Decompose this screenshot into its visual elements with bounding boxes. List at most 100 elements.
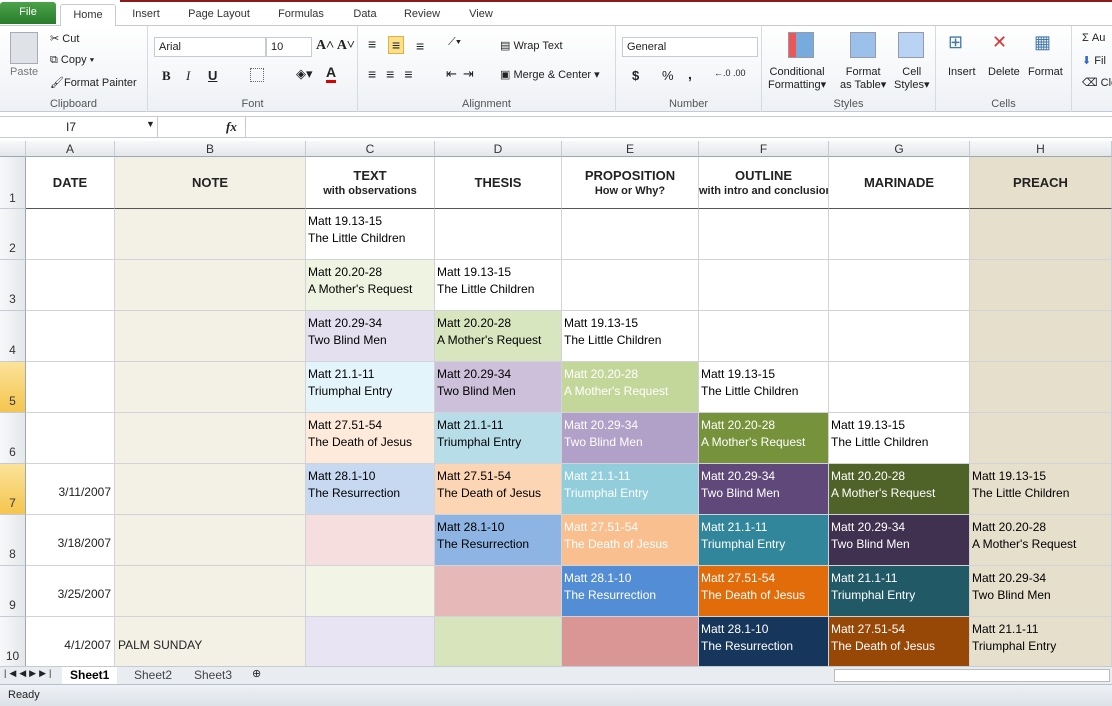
column-header-h[interactable]: H bbox=[970, 141, 1112, 157]
wrap-text-button[interactable]: ▤ Wrap Text bbox=[500, 39, 563, 52]
sheet-nav-icons[interactable]: |◀◀▶▶| bbox=[4, 668, 54, 679]
align-bottom-icon[interactable]: ≡ bbox=[416, 38, 424, 54]
schedule-cell-h[interactable] bbox=[970, 362, 1112, 413]
schedule-cell-g[interactable] bbox=[829, 311, 970, 362]
insert-button[interactable]: Insert bbox=[948, 66, 976, 78]
column-header-a[interactable]: A bbox=[26, 141, 115, 157]
header-cell-d[interactable]: THESIS bbox=[435, 157, 562, 209]
underline-button[interactable]: U bbox=[208, 68, 217, 83]
column-header-c[interactable]: C bbox=[306, 141, 435, 157]
format-button[interactable]: Format bbox=[1028, 66, 1063, 78]
schedule-cell-c[interactable]: Matt 19.13-15 The Little Children bbox=[306, 209, 435, 260]
schedule-cell-d[interactable] bbox=[435, 209, 562, 260]
schedule-cell-f[interactable]: Matt 27.51-54 The Death of Jesus bbox=[699, 566, 829, 617]
cut-button[interactable]: ✂ Cut bbox=[50, 32, 79, 45]
note-cell[interactable] bbox=[115, 362, 306, 413]
note-cell[interactable] bbox=[115, 464, 306, 515]
formula-input[interactable] bbox=[245, 117, 1112, 137]
tab-review[interactable]: Review bbox=[398, 4, 446, 26]
tab-file[interactable]: File bbox=[0, 2, 56, 24]
row-header-10[interactable]: 10 bbox=[0, 617, 26, 666]
name-box-dropdown-icon[interactable]: ▼ bbox=[146, 119, 155, 129]
date-cell[interactable] bbox=[26, 260, 115, 311]
new-sheet-icon[interactable]: ⊕ bbox=[252, 667, 261, 680]
bold-button[interactable]: B bbox=[162, 68, 171, 84]
select-all-corner[interactable] bbox=[0, 141, 26, 157]
fx-icon[interactable]: fx bbox=[226, 119, 237, 135]
schedule-cell-d[interactable]: Matt 27.51-54 The Death of Jesus bbox=[435, 464, 562, 515]
cell-styles-button[interactable]: Cell Styles▾ bbox=[894, 66, 930, 92]
schedule-cell-d[interactable]: Matt 19.13-15 The Little Children bbox=[435, 260, 562, 311]
date-cell[interactable] bbox=[26, 311, 115, 362]
schedule-cell-d[interactable]: Matt 20.20-28 A Mother's Request bbox=[435, 311, 562, 362]
schedule-cell-c[interactable]: Matt 20.29-34 Two Blind Men bbox=[306, 311, 435, 362]
sheet-tab-sheet2[interactable]: Sheet2 bbox=[126, 667, 180, 684]
schedule-cell-e[interactable]: Matt 19.13-15 The Little Children bbox=[562, 311, 699, 362]
schedule-cell-d[interactable] bbox=[435, 566, 562, 617]
schedule-cell-h[interactable] bbox=[970, 260, 1112, 311]
column-header-b[interactable]: B bbox=[115, 141, 306, 157]
paste-button[interactable]: Paste bbox=[10, 66, 38, 78]
align-top-icon[interactable]: ≡ bbox=[368, 36, 376, 52]
schedule-cell-e[interactable] bbox=[562, 209, 699, 260]
format-as-table-button[interactable]: Format as Table▾ bbox=[840, 66, 886, 92]
schedule-cell-f[interactable] bbox=[699, 260, 829, 311]
schedule-cell-d[interactable]: Matt 28.1-10 The Resurrection bbox=[435, 515, 562, 566]
autosum-button[interactable]: Σ Au bbox=[1082, 32, 1105, 44]
row-header-8[interactable]: 8 bbox=[0, 515, 26, 566]
note-cell[interactable] bbox=[115, 413, 306, 464]
grow-font-icon[interactable]: A˄ A˅ bbox=[316, 38, 355, 54]
copy-button[interactable]: ⧉ Copy ▾ bbox=[50, 54, 94, 67]
row-header-1[interactable]: 1 bbox=[0, 157, 26, 209]
note-cell[interactable] bbox=[115, 566, 306, 617]
schedule-cell-f[interactable]: Matt 20.29-34 Two Blind Men bbox=[699, 464, 829, 515]
italic-button[interactable]: I bbox=[186, 68, 190, 84]
row-header-4[interactable]: 4 bbox=[0, 311, 26, 362]
spreadsheet-grid[interactable]: A B C D E F G H 1 DATE NOTE TEXT with observations TH… bbox=[0, 141, 1112, 666]
tab-data[interactable]: Data bbox=[346, 4, 384, 26]
fill-button[interactable]: ⬇ Fil bbox=[1082, 54, 1106, 67]
borders-icon[interactable] bbox=[250, 68, 264, 82]
schedule-cell-h[interactable]: Matt 20.29-34 Two Blind Men bbox=[970, 566, 1112, 617]
header-cell-h[interactable]: PREACH bbox=[970, 157, 1112, 209]
fill-color-icon[interactable]: ◈▾ bbox=[296, 66, 313, 82]
row-header-5[interactable]: 5 bbox=[0, 362, 26, 413]
schedule-cell-e[interactable] bbox=[562, 260, 699, 311]
decimal-icons[interactable]: ←.0 .00 bbox=[714, 68, 746, 78]
currency-button[interactable]: $ bbox=[632, 68, 639, 83]
schedule-cell-h[interactable] bbox=[970, 209, 1112, 260]
schedule-cell-c[interactable] bbox=[306, 566, 435, 617]
schedule-cell-c[interactable] bbox=[306, 515, 435, 566]
note-cell[interactable] bbox=[115, 515, 306, 566]
date-cell[interactable] bbox=[26, 209, 115, 260]
date-cell[interactable]: 3/25/2007 bbox=[26, 566, 115, 617]
schedule-cell-h[interactable]: Matt 20.20-28 A Mother's Request bbox=[970, 515, 1112, 566]
sheet-tab-sheet3[interactable]: Sheet3 bbox=[186, 667, 240, 684]
indent-icons[interactable]: ⇤⇥ bbox=[446, 66, 480, 82]
schedule-cell-e[interactable]: Matt 27.51-54 The Death of Jesus bbox=[562, 515, 699, 566]
number-format-select[interactable]: General bbox=[622, 37, 758, 57]
header-cell-f[interactable]: OUTLINE with intro and conclusion bbox=[699, 157, 829, 209]
header-cell-c[interactable]: TEXT with observations bbox=[306, 157, 435, 209]
column-header-d[interactable]: D bbox=[435, 141, 562, 157]
schedule-cell-e[interactable]: Matt 28.1-10 The Resurrection bbox=[562, 566, 699, 617]
schedule-cell-h[interactable]: Matt 21.1-11 Triumphal Entry bbox=[970, 617, 1112, 666]
schedule-cell-g[interactable] bbox=[829, 260, 970, 311]
schedule-cell-d[interactable]: Matt 21.1-11 Triumphal Entry bbox=[435, 413, 562, 464]
schedule-cell-f[interactable]: Matt 20.20-28 A Mother's Request bbox=[699, 413, 829, 464]
schedule-cell-h[interactable]: Matt 19.13-15 The Little Children bbox=[970, 464, 1112, 515]
schedule-cell-c[interactable] bbox=[306, 617, 435, 666]
sheet-tab-sheet1[interactable]: Sheet1 bbox=[62, 667, 118, 684]
font-name-select[interactable]: Arial bbox=[154, 37, 266, 57]
font-size-select[interactable]: 10 bbox=[266, 37, 312, 57]
format-painter-button[interactable]: 🖌Format Painter bbox=[50, 76, 137, 89]
tab-insert[interactable]: Insert bbox=[124, 4, 168, 26]
schedule-cell-g[interactable]: Matt 27.51-54 The Death of Jesus bbox=[829, 617, 970, 666]
schedule-cell-f[interactable] bbox=[699, 209, 829, 260]
schedule-cell-e[interactable]: Matt 21.1-11 Triumphal Entry bbox=[562, 464, 699, 515]
schedule-cell-f[interactable]: Matt 28.1-10 The Resurrection bbox=[699, 617, 829, 666]
schedule-cell-f[interactable]: Matt 19.13-15 The Little Children bbox=[699, 362, 829, 413]
date-cell[interactable]: 4/1/2007 bbox=[26, 617, 115, 666]
tab-formulas[interactable]: Formulas bbox=[270, 4, 332, 26]
note-cell[interactable] bbox=[115, 260, 306, 311]
